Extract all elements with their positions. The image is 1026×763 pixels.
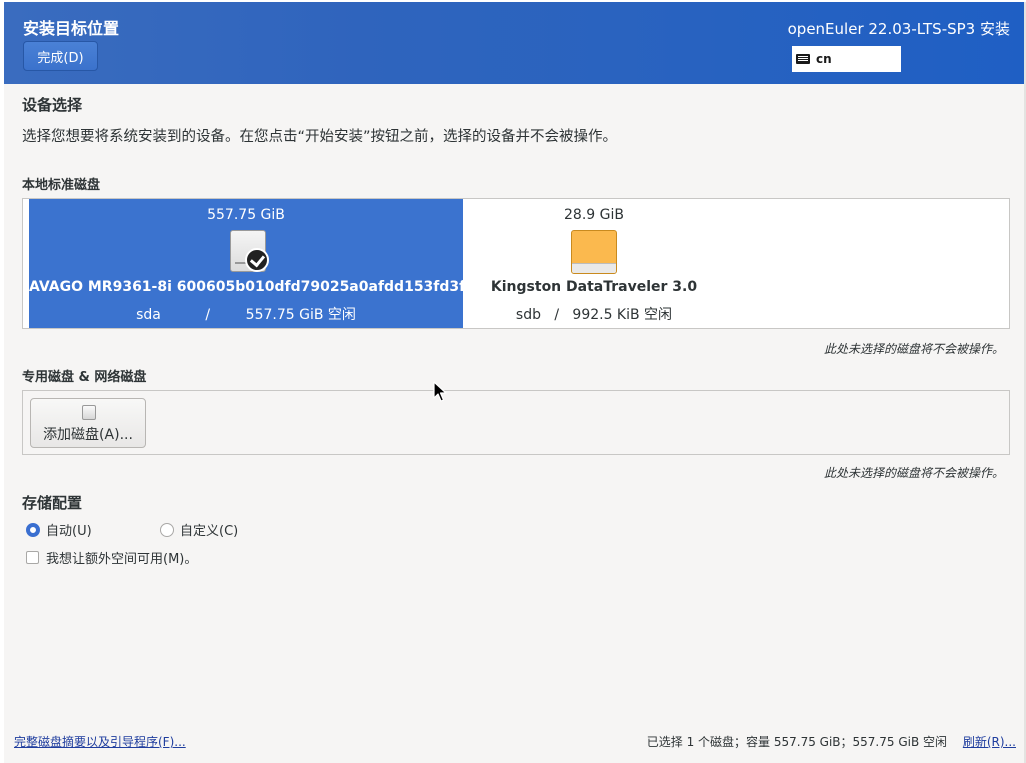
usb-drive-icon [571,230,617,274]
refresh-link[interactable]: 刷新(R)... [963,733,1016,750]
full-disk-summary-link[interactable]: 完整磁盘摘要以及引导程序(F)... [14,733,186,750]
disk-name: AVAGO MR9361-8i 600605b010dfd79025a0afdd… [29,279,476,295]
checkbox-icon [26,551,39,564]
add-disk-label: 添加磁盘(A)... [43,427,133,443]
disk-meta: sda / 557.75 GiB 空闲 [136,307,356,323]
done-button[interactable]: 完成(D) [23,41,98,71]
local-disks-note: 此处未选择的磁盘将不会被操作。 [823,342,1004,356]
disk-sdb[interactable]: 28.9 GiB Kingston DataTraveler 3.0 sdb /… [463,199,725,328]
installer-window: 安装目标位置 完成(D) openEuler 22.03-LTS-SP3 安装 … [4,2,1026,763]
radio-selected-icon [26,522,40,537]
mouse-pointer-icon [433,381,447,402]
checkmark-icon [245,248,269,272]
device-selection-description: 选择您想要将系统安装到的设备。在您点击“开始安装”按钮之前，选择的设备并不会被操… [22,129,618,145]
local-disks-panel: 557.75 GiB AVAGO MR9361-8i 600605b010dfd… [22,198,1010,329]
custom-radio[interactable]: 自定义(C) [160,520,238,539]
header-bar: 安装目标位置 完成(D) openEuler 22.03-LTS-SP3 安装 … [4,2,1024,84]
keyboard-layout-indicator[interactable]: cn [792,46,901,72]
disk-icon [82,405,96,420]
local-disks-heading: 本地标准磁盘 [22,178,101,193]
selection-status: 已选择 1 个磁盘；容量 557.75 GiB；557.75 GiB 空闲 [646,735,947,749]
storage-config-heading: 存储配置 [22,494,83,512]
page-title: 安装目标位置 [23,19,120,38]
automatic-radio[interactable]: 自动(U) [26,520,92,539]
keyboard-layout-label: cn [816,52,832,66]
extra-space-checkbox[interactable]: 我想让额外空间可用(M)。 [26,548,197,567]
specialized-disks-note: 此处未选择的磁盘将不会被操作。 [823,466,1004,480]
keyboard-icon [796,54,810,64]
radio-unselected-icon [160,522,174,537]
add-disk-button[interactable]: 添加磁盘(A)... [30,398,146,448]
disk-sda[interactable]: 557.75 GiB AVAGO MR9361-8i 600605b010dfd… [29,199,476,328]
disk-meta: sdb / 992.5 KiB 空闲 [515,307,673,323]
extra-space-label: 我想让额外空间可用(M)。 [46,552,198,567]
product-title: openEuler 22.03-LTS-SP3 安装 [787,20,1010,38]
specialized-disks-heading: 专用磁盘 & 网络磁盘 [22,370,147,385]
disk-name: Kingston DataTraveler 3.0 [490,279,698,295]
automatic-label: 自动(U) [46,524,92,539]
custom-label: 自定义(C) [180,524,239,539]
device-selection-heading: 设备选择 [22,96,83,114]
disk-size: 557.75 GiB [207,207,285,223]
disk-size: 28.9 GiB [564,207,624,223]
specialized-disks-panel: 添加磁盘(A)... [22,390,1010,455]
